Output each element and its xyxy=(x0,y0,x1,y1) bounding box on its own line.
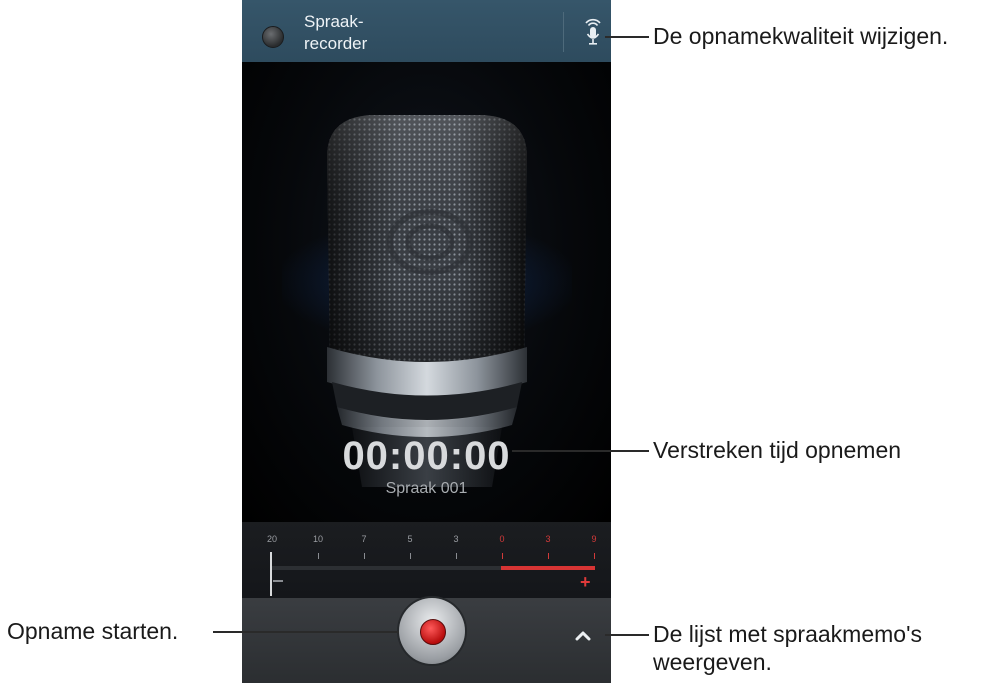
meter-label: 0 xyxy=(499,534,505,544)
app-icon xyxy=(262,26,284,48)
control-bar xyxy=(242,598,611,683)
meter-label: 3 xyxy=(545,534,551,544)
plus-icon: + xyxy=(580,572,591,592)
meter-tick xyxy=(364,553,365,559)
meter-label: 20 xyxy=(266,534,277,544)
meter-tick xyxy=(456,553,457,559)
recording-filename: Spraak 001 xyxy=(385,480,468,497)
meter-label: 10 xyxy=(312,534,323,544)
callout-line-elapsed xyxy=(512,450,649,452)
callout-line-quality xyxy=(605,36,649,38)
callout-elapsed: Verstreken tijd opnemen xyxy=(653,437,902,463)
callout-line-list xyxy=(605,634,649,636)
meter-label: 3 xyxy=(453,534,459,544)
meter-label: 9 xyxy=(591,534,597,544)
meter-label: 7 xyxy=(361,534,367,544)
recorder-stage: 00:00:00 Spraak 001 xyxy=(242,62,611,522)
elapsed-timer: 00:00:00 xyxy=(342,434,511,478)
action-bar: Spraak- recorder xyxy=(242,0,611,62)
callout-start: Opname starten. xyxy=(7,618,179,644)
meter-tick xyxy=(502,553,503,559)
callout-line-start xyxy=(213,631,399,633)
level-meter: 20 10 7 5 3 0 3 9 + xyxy=(242,522,611,598)
meter-peak-zone xyxy=(501,566,595,570)
action-bar-divider xyxy=(563,12,564,52)
record-button[interactable] xyxy=(399,598,465,664)
mic-quality-icon[interactable] xyxy=(580,17,606,47)
callout-list: De lijst met spraakmemo's weergeven. xyxy=(653,621,922,675)
meter-needle xyxy=(270,552,272,596)
phone-screen: Spraak- recorder 00:00:00 Spraak 001 20 … xyxy=(242,0,611,683)
record-icon xyxy=(420,619,446,645)
minus-icon xyxy=(273,580,283,582)
meter-label: 5 xyxy=(407,534,413,544)
meter-tick xyxy=(318,553,319,559)
meter-tick xyxy=(594,553,595,559)
meter-tick xyxy=(548,553,549,559)
callout-quality: De opnamekwaliteit wijzigen. xyxy=(653,23,949,49)
microphone-illustration xyxy=(327,115,527,487)
chevron-up-icon[interactable] xyxy=(572,625,594,647)
meter-tick xyxy=(410,553,411,559)
app-title: Spraak- recorder xyxy=(304,12,368,53)
